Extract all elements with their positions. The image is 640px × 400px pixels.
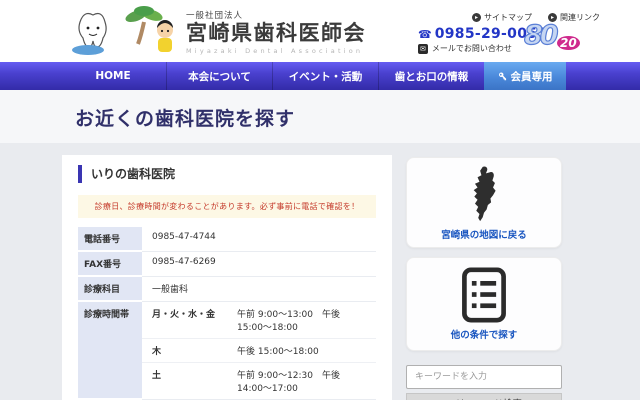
sitemap-link[interactable]: ▸ サイトマップ xyxy=(472,12,532,23)
site-header: 一般社団法人 宮崎県歯科医師会 Miyazaki Dental Associat… xyxy=(0,0,640,62)
row-label: FAX番号 xyxy=(78,252,142,277)
hours-days: 土 xyxy=(142,363,237,399)
page-title: お近くの歯科医院を探す xyxy=(75,104,295,131)
nav-item-about[interactable]: 本会について xyxy=(166,62,272,90)
page-title-band: お近くの歯科医院を探す xyxy=(0,90,640,143)
row-value: 一般歯科 xyxy=(142,277,376,302)
8020-logo-twenty: 20 xyxy=(557,36,580,50)
nav-label: 歯とお口の情報 xyxy=(395,69,469,84)
mail-contact-label: メールでお問い合わせ xyxy=(432,43,512,54)
miyazaki-silhouette-icon xyxy=(463,165,505,223)
nav-item-members-only[interactable]: 会員専用 xyxy=(484,62,566,90)
logo-text-block[interactable]: 一般社団法人 宮崎県歯科医師会 Miyazaki Dental Associat… xyxy=(186,9,366,55)
hours-row: 土 午前 9:00〜12:30 午後 14:00〜17:00 xyxy=(142,363,376,399)
main-navigation: HOME 本会について イベント・活動 歯とお口の情報 会員専用 xyxy=(0,62,640,90)
clinic-detail-card: いりの歯科医院 診療日、診療時間が変わることがあります。必ず事前に電話で確認を！… xyxy=(62,155,392,400)
hours-days: 木 xyxy=(142,339,237,362)
hours-row: 月・火・水・金 午前 9:00〜13:00 午後 15:00〜18:00 xyxy=(142,302,376,339)
nav-item-events[interactable]: イベント・活動 xyxy=(272,62,378,90)
related-links-label: 関連リンク xyxy=(560,12,600,23)
freeword-search-button[interactable]: フリーワード検索 xyxy=(406,393,562,400)
nav-label: HOME xyxy=(95,70,130,82)
table-row-hours: 診療時間帯 月・火・水・金 午前 9:00〜13:00 午後 15:00〜18:… xyxy=(78,302,376,400)
hours-row: 木 午後 15:00〜18:00 xyxy=(142,339,376,363)
keyword-input[interactable] xyxy=(406,365,562,389)
row-label: 診療時間帯 xyxy=(78,302,142,400)
mail-icon: ✉ xyxy=(418,44,428,54)
table-row: FAX番号 0985-47-6269 xyxy=(78,252,376,277)
other-conditions-label: 他の条件で探す xyxy=(451,327,518,341)
nav-label: イベント・活動 xyxy=(289,69,363,84)
list-icon xyxy=(460,267,508,323)
table-row: 電話番号 0985-47-4744 xyxy=(78,227,376,252)
other-conditions-card[interactable]: 他の条件で探す xyxy=(406,257,562,351)
key-icon xyxy=(498,72,507,81)
clinic-notice: 診療日、診療時間が変わることがあります。必ず事前に電話で確認を！ xyxy=(78,195,376,218)
page-root: 一般社団法人 宮崎県歯科医師会 Miyazaki Dental Associat… xyxy=(0,0,640,400)
row-value: 0985-47-4744 xyxy=(142,227,376,252)
org-name: 宮崎県歯科医師会 xyxy=(186,21,366,45)
hours-detail: 月・火・水・金 午前 9:00〜13:00 午後 15:00〜18:00 木 午… xyxy=(142,302,376,400)
org-name-english: Miyazaki Dental Association xyxy=(186,47,366,55)
nav-label: 本会について xyxy=(188,69,251,84)
nav-item-oral-info[interactable]: 歯とお口の情報 xyxy=(378,62,484,90)
hours-days: 月・火・水・金 xyxy=(142,302,237,338)
8020-campaign-logo: 80 20 xyxy=(524,24,594,56)
nav-label: 会員専用 xyxy=(511,69,553,84)
8020-logo-eighty: 80 xyxy=(524,20,556,51)
clinic-info-table: 電話番号 0985-47-4744 FAX番号 0985-47-6269 診療科… xyxy=(78,227,376,400)
clinic-name-heading: いりの歯科医院 xyxy=(78,165,376,183)
row-label: 電話番号 xyxy=(78,227,142,252)
circle-arrow-icon: ▸ xyxy=(472,13,481,22)
back-to-map-label: 宮崎県の地図に戻る xyxy=(441,227,527,241)
search-sidebar: 宮崎県の地図に戻る 他の条件で探す フリーワード検索 xyxy=(406,157,562,400)
phone-icon: ☎ xyxy=(418,28,432,41)
hours-times: 午後 15:00〜18:00 xyxy=(237,339,376,362)
org-type-label: 一般社団法人 xyxy=(186,9,366,21)
hours-times: 午前 9:00〜13:00 午後 15:00〜18:00 xyxy=(237,302,376,338)
nav-items: HOME 本会について イベント・活動 歯とお口の情報 会員専用 xyxy=(60,62,566,90)
back-to-map-card[interactable]: 宮崎県の地図に戻る xyxy=(406,157,562,248)
row-label: 診療科目 xyxy=(78,277,142,302)
mascot-illustration xyxy=(58,4,180,59)
nav-item-home[interactable]: HOME xyxy=(60,62,166,90)
hours-times: 午前 9:00〜12:30 午後 14:00〜17:00 xyxy=(237,363,376,399)
table-row: 診療科目 一般歯科 xyxy=(78,277,376,302)
row-value: 0985-47-6269 xyxy=(142,252,376,277)
